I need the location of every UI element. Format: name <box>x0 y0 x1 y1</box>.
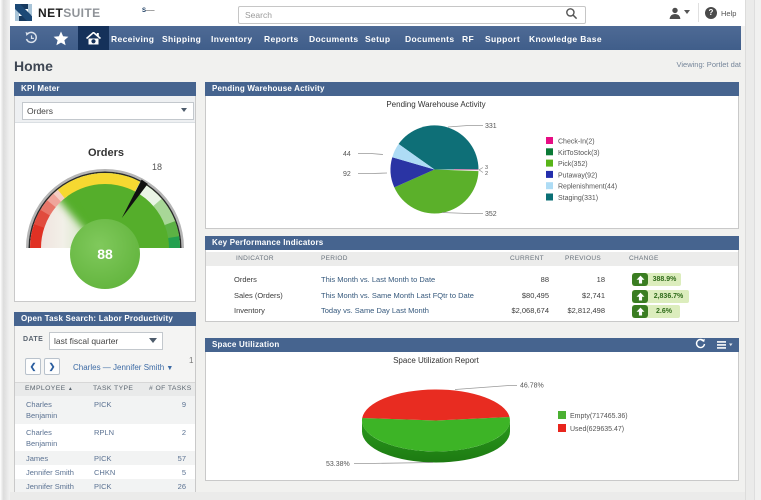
svg-text:Pick(352): Pick(352) <box>558 161 588 168</box>
svg-text:92: 92 <box>343 171 351 178</box>
svg-text:331: 331 <box>485 123 497 130</box>
svg-text:KitToStock(3): KitToStock(3) <box>558 150 600 157</box>
svg-text:44: 44 <box>343 151 351 158</box>
svg-text:53.38%: 53.38% <box>326 461 350 468</box>
svg-text:Check-In(2): Check-In(2) <box>558 139 595 146</box>
svg-text:88: 88 <box>97 246 113 262</box>
svg-text:Staging(331): Staging(331) <box>558 195 598 202</box>
svg-text:352: 352 <box>485 211 497 218</box>
svg-text:46.78%: 46.78% <box>520 383 544 390</box>
svg-text:Used(629635.47): Used(629635.47) <box>570 426 624 433</box>
svg-text:Replenishment(44): Replenishment(44) <box>558 184 617 191</box>
svg-text:Putaway(92): Putaway(92) <box>558 172 597 179</box>
svg-text:2: 2 <box>485 171 488 177</box>
svg-text:Empty(717465.36): Empty(717465.36) <box>570 413 628 420</box>
